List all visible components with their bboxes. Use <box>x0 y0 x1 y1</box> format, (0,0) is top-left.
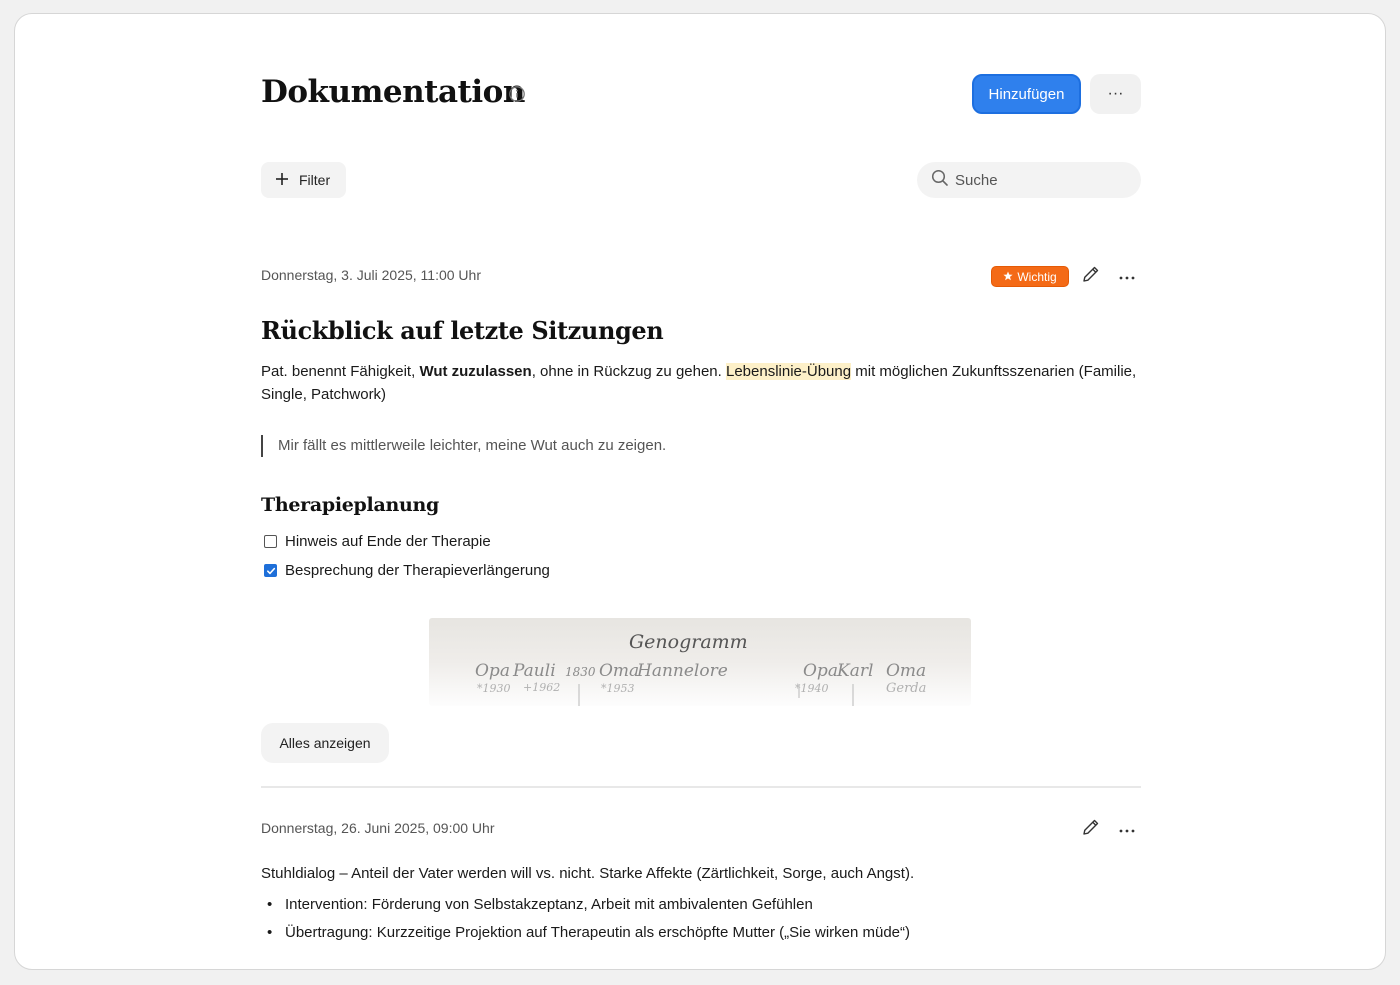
genogram-name: Opa <box>475 661 510 681</box>
genogram-year: +1962 <box>523 681 560 694</box>
app-window: Dokumentation Hinzufügen ··· Filter Donn… <box>14 13 1386 970</box>
checklist-item[interactable]: Hinweis auf Ende der Therapie <box>264 533 491 550</box>
entry-paragraph: Stuhldialog – Anteil der Vater werden wi… <box>261 865 915 882</box>
more-horizontal-icon: ··· <box>1107 85 1124 102</box>
pencil-icon <box>1081 264 1101 289</box>
para-text: Pat. benennt Fähigkeit, <box>261 363 420 380</box>
page-title: Dokumentation <box>261 74 525 110</box>
genogram-name: 1830 <box>565 665 596 679</box>
filter-button[interactable]: Filter <box>261 162 346 198</box>
section-heading: Therapieplanung <box>261 494 439 516</box>
genogram-name: Oma <box>599 661 639 681</box>
entry-more-button[interactable] <box>1114 816 1140 842</box>
checkbox-unchecked[interactable] <box>264 535 277 548</box>
genogram-year: *1940 <box>795 682 829 695</box>
bullet-list: Intervention: Förderung von Selbstakzept… <box>261 891 1141 947</box>
checklist-item[interactable]: Besprechung der Therapieverlängerung <box>264 562 550 579</box>
entry-paragraph: Pat. benennt Fähigkeit, Wut zuzulassen, … <box>261 360 1141 406</box>
genogram-name: Karl <box>836 661 873 681</box>
more-options-button[interactable]: ··· <box>1090 74 1141 114</box>
star-icon <box>1003 270 1013 284</box>
genogram-title: Genogramm <box>629 631 748 653</box>
genogram-year: *1930 <box>477 682 511 695</box>
search-icon <box>931 169 949 192</box>
entry-date: Donnerstag, 26. Juni 2025, 09:00 Uhr <box>261 820 495 836</box>
genogram-year: *1953 <box>601 682 635 695</box>
info-icon[interactable] <box>508 85 526 103</box>
list-item: Übertragung: Kurzzeitige Projektion auf … <box>261 919 1141 947</box>
checklist-label: Hinweis auf Ende der Therapie <box>285 533 491 550</box>
more-horizontal-icon <box>1119 267 1135 285</box>
edit-button[interactable] <box>1078 816 1104 842</box>
list-item: Intervention: Förderung von Selbstakzept… <box>261 891 1141 919</box>
plus-icon <box>275 172 289 189</box>
para-bold-text: Wut zuzulassen <box>419 363 532 380</box>
para-text: , ohne in Rückzug zu gehen. <box>531 363 726 380</box>
entry-title: Rückblick auf letzte Sitzungen <box>261 316 664 345</box>
add-button[interactable]: Hinzufügen <box>972 74 1081 114</box>
highlighted-text: Lebenslinie-Übung <box>725 363 852 380</box>
checkmark-icon <box>266 567 275 574</box>
badge-label: Wichtig <box>1017 269 1057 284</box>
patient-quote: Mir fällt es mittlerweile leichter, mein… <box>261 435 666 457</box>
important-badge[interactable]: Wichtig <box>991 266 1069 287</box>
checkbox-checked[interactable] <box>264 564 277 577</box>
checklist-label: Besprechung der Therapieverlängerung <box>285 562 550 579</box>
entry-more-button[interactable] <box>1114 263 1140 289</box>
more-horizontal-icon <box>1119 820 1135 838</box>
genogram-image[interactable]: Genogramm Opa Pauli 1830 Oma Hannelore O… <box>429 618 971 706</box>
genogram-name: Gerda <box>886 681 926 696</box>
search-box[interactable] <box>917 162 1141 198</box>
search-input[interactable] <box>955 171 1125 189</box>
genogram-name: Hannelore <box>636 661 728 681</box>
edit-button[interactable] <box>1078 263 1104 289</box>
genogram-name: Pauli <box>512 661 556 681</box>
show-all-button[interactable]: Alles anzeigen <box>261 723 389 763</box>
entry-divider <box>261 786 1141 788</box>
genogram-name: Opa <box>803 661 838 681</box>
pencil-icon <box>1081 817 1101 842</box>
genogram-name: Oma <box>886 661 926 681</box>
entry-date: Donnerstag, 3. Juli 2025, 11:00 Uhr <box>261 267 481 283</box>
filter-label: Filter <box>299 172 331 188</box>
